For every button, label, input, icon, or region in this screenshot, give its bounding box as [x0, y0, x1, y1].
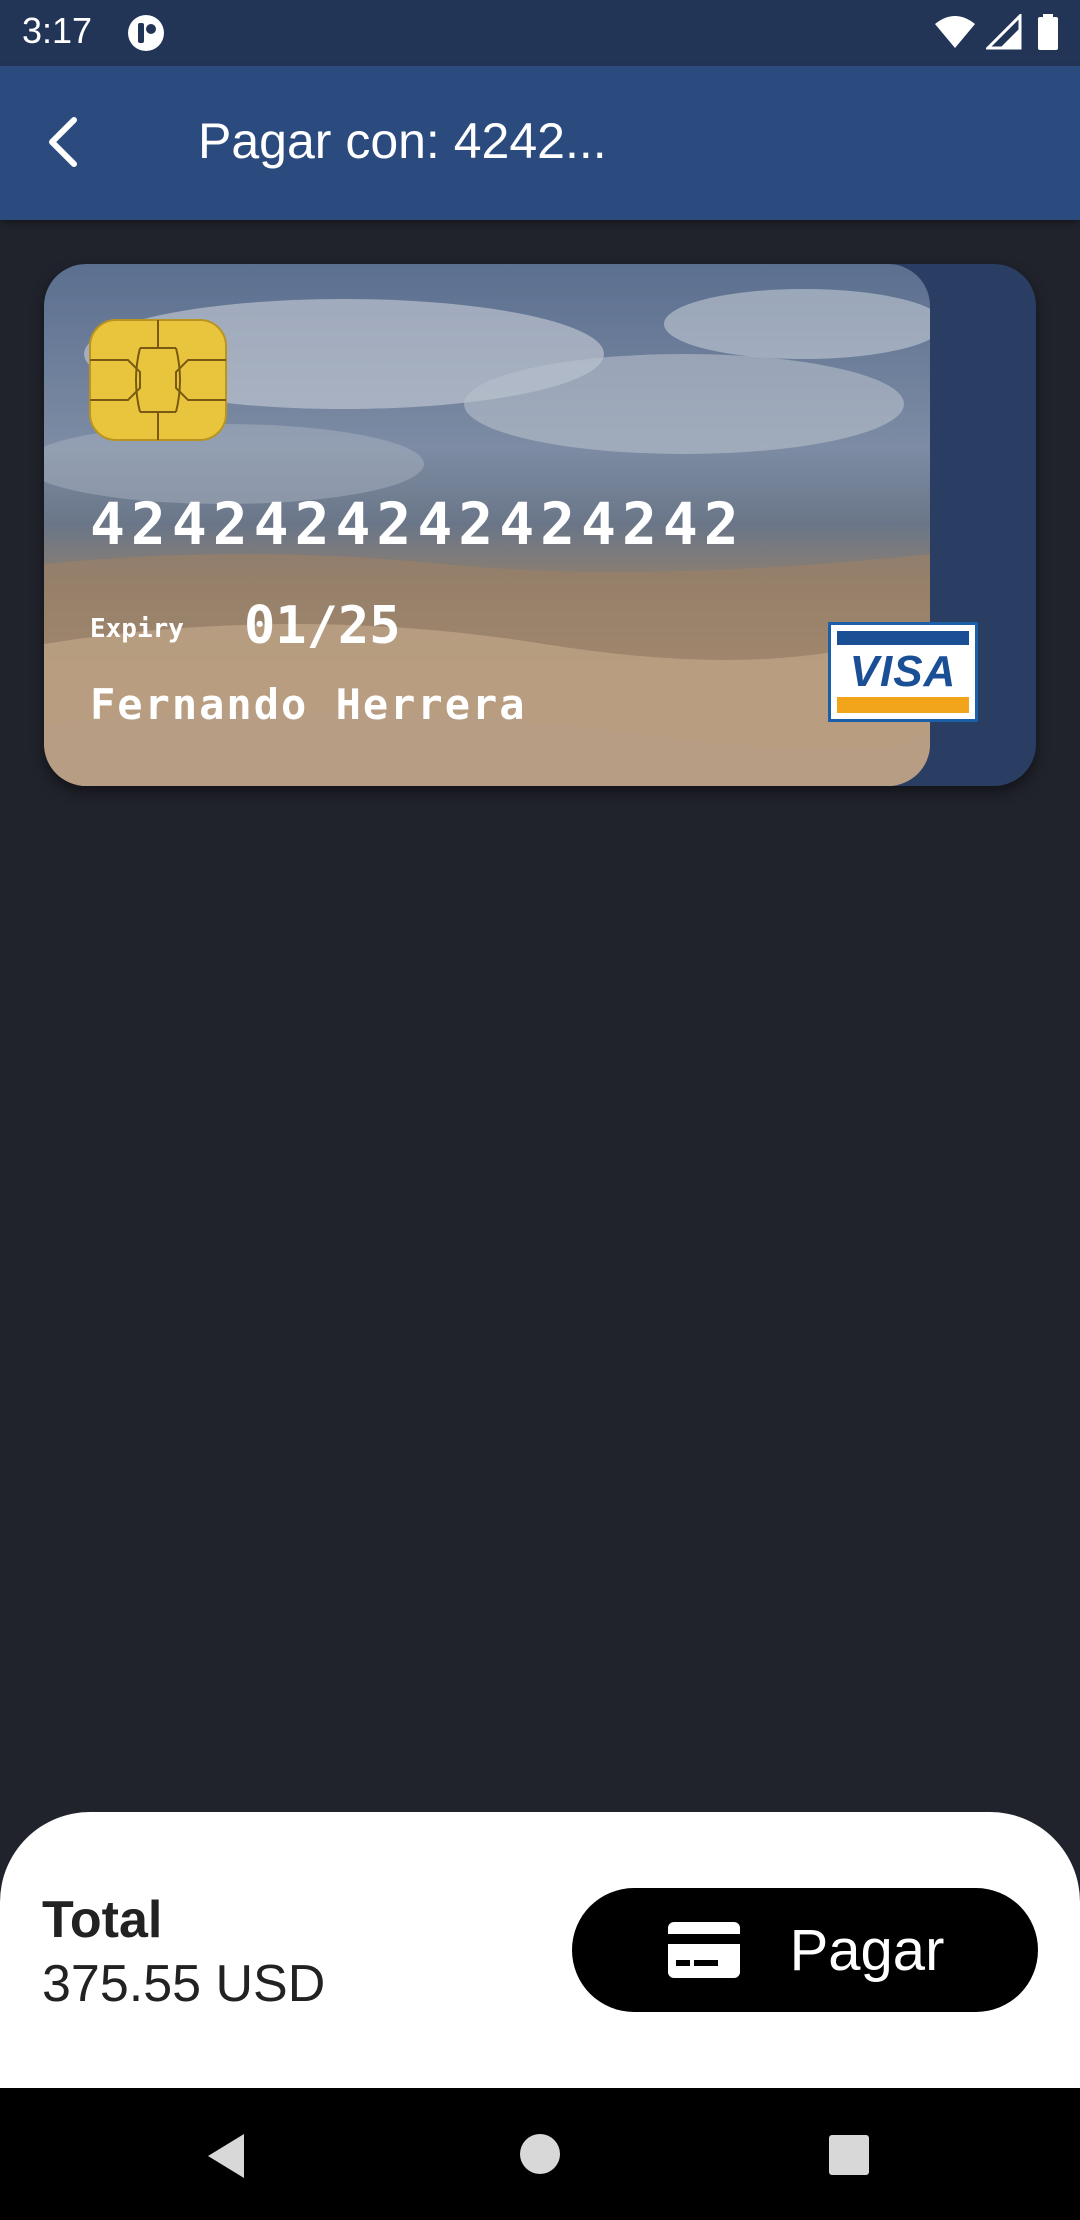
visa-logo: VISA — [828, 622, 978, 722]
visa-brand-text: VISA — [849, 647, 957, 696]
signal-icon — [985, 14, 1022, 50]
visa-band-top — [837, 631, 969, 645]
checkout-panel: Total 375.55 USD Pagar — [0, 1812, 1080, 2088]
app-bar: Pagar con: 4242... — [0, 66, 1080, 220]
arrow-back-icon — [49, 117, 77, 167]
status-bar: 3:17 — [0, 0, 1080, 66]
total-label: Total — [42, 1891, 163, 1949]
visa-band-bottom — [837, 697, 969, 713]
back-button[interactable] — [24, 102, 104, 182]
app-notification-icon — [126, 13, 166, 58]
pay-button-label: Pagar — [789, 1917, 945, 1983]
page-title: Pagar con: 4242... — [198, 113, 607, 169]
nav-recents-icon[interactable] — [828, 2134, 870, 2176]
nav-home-icon[interactable] — [518, 2132, 562, 2176]
credit-card-icon — [667, 1922, 740, 1978]
battery-icon — [1038, 14, 1058, 50]
status-icons — [933, 14, 1060, 50]
nav-back-icon[interactable] — [204, 2132, 248, 2180]
card-holder-name: Fernando Herrera — [90, 680, 527, 729]
total-amount: 375.55 USD — [42, 1955, 326, 2013]
chip-icon — [88, 318, 228, 447]
expiry-label: Expiry — [90, 614, 184, 644]
credit-card[interactable]: 4242424242424242 Expiry 01/25 Fernando H… — [44, 264, 1036, 786]
card-number: 4242424242424242 — [90, 490, 745, 558]
wifi-icon — [935, 16, 976, 48]
status-time: 3:17 — [22, 10, 93, 51]
system-nav-bar — [0, 2088, 1080, 2220]
expiry-value: 01/25 — [244, 596, 401, 656]
pay-button[interactable]: Pagar — [572, 1888, 1038, 2012]
